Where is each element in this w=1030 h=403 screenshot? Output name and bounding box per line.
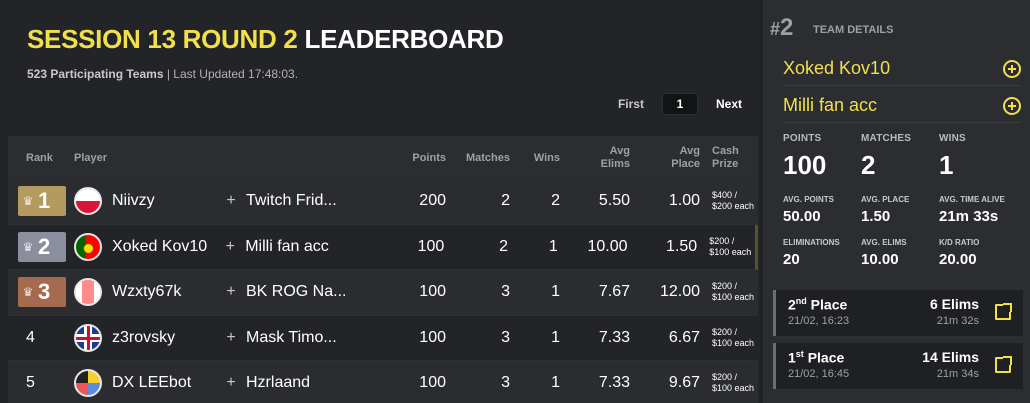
france-flag-icon xyxy=(74,278,102,307)
cash-prize: $200 / $100 each xyxy=(712,372,755,394)
multi-flag-icon xyxy=(74,369,102,398)
col-points: Points xyxy=(412,151,446,164)
match-elims: 6 Elims xyxy=(929,296,979,312)
rank-badge-bronze: ♛ 3 xyxy=(18,277,66,308)
stat-wins: WINS 1 xyxy=(939,133,966,180)
stat-kd-ratio: K/D RATIO 20.00 xyxy=(939,238,980,268)
crown-icon: ♛ xyxy=(22,239,34,254)
page-number-input[interactable]: 1 xyxy=(661,93,698,115)
col-rank: Rank xyxy=(26,151,53,164)
table-header: Rank Player Points Matches Wins Avg Elim… xyxy=(8,136,758,179)
member-name[interactable]: Milli fan acc xyxy=(783,95,877,116)
match-elims: 14 Elims xyxy=(922,349,979,365)
player-name[interactable]: Niivzy xyxy=(112,192,155,210)
player-name[interactable]: Xoked Kov10 xyxy=(112,238,207,256)
player-name[interactable]: Wzxty67k xyxy=(112,283,181,301)
teammate-name[interactable]: BK ROG Na... xyxy=(246,283,346,301)
teammate-name[interactable]: Milli fan acc xyxy=(245,238,345,256)
page-title: SESSION 13 ROUND 2 LEADERBOARD xyxy=(27,24,504,55)
uk-flag-icon xyxy=(74,323,102,352)
teammate-name[interactable]: Mask Timo... xyxy=(246,329,346,347)
next-page-link[interactable]: Next xyxy=(716,97,742,111)
cash-prize: $400 / $200 each xyxy=(712,190,755,212)
cash-prize: $200 / $100 each xyxy=(709,235,752,257)
stat-eliminations: ELIMINATIONS 20 xyxy=(783,238,840,268)
pagination: First 1 Next xyxy=(618,93,742,115)
leaderboard-panel: SESSION 13 ROUND 2 LEADERBOARD 523 Parti… xyxy=(0,0,760,403)
title-highlight: SESSION 13 ROUND 2 xyxy=(27,24,298,54)
col-wins: Wins xyxy=(533,151,560,164)
rank-number: 5 xyxy=(26,374,35,392)
external-link-icon[interactable] xyxy=(995,303,1012,320)
external-link-icon[interactable] xyxy=(995,356,1012,373)
cash-prize: $200 / $100 each xyxy=(712,326,755,348)
member-name[interactable]: Xoked Kov10 xyxy=(783,58,890,79)
plus-icon: + xyxy=(226,328,236,346)
plus-icon: + xyxy=(226,374,236,392)
col-avg-elims: Avg Elims xyxy=(600,144,630,170)
last-updated: | Last Updated 17:48:03. xyxy=(166,67,299,81)
teammate-name[interactable]: Hzrlaand xyxy=(246,374,346,392)
teammate-name[interactable]: Twitch Frid... xyxy=(246,192,346,210)
plus-icon: + xyxy=(226,192,236,210)
plus-icon: + xyxy=(225,237,235,255)
title-rest: LEADERBOARD xyxy=(304,24,504,54)
add-circle-icon[interactable] xyxy=(1003,59,1021,78)
table-row[interactable]: ♛ 1 Niivzy + Twitch Frid... 200 2 2 5.50… xyxy=(8,179,758,225)
table-row[interactable]: 4 z3rovsky + Mask Timo... 100 3 1 7.33 6… xyxy=(8,315,758,361)
leaderboard-table: Rank Player Points Matches Wins Avg Elim… xyxy=(8,136,758,403)
stat-avg-points: AVG. POINTS 50.00 xyxy=(783,195,834,225)
match-card[interactable]: 2nd Place 21/02, 16:23 6 Elims 21m 32s xyxy=(773,290,1023,336)
match-time-alive: 21m 32s xyxy=(936,315,979,327)
team-rank: #2 xyxy=(770,14,794,41)
plus-icon: + xyxy=(226,283,236,301)
col-matches: Matches xyxy=(465,151,510,164)
teams-count: 523 Participating Teams xyxy=(27,67,164,81)
add-circle-icon[interactable] xyxy=(1003,96,1021,115)
match-card[interactable]: 1st Place 21/02, 16:45 14 Elims 21m 34s xyxy=(773,343,1023,389)
stat-points: POINTS 100 xyxy=(783,133,827,180)
stat-matches: MATCHES 2 xyxy=(861,133,912,180)
team-member-row: Xoked Kov10 xyxy=(783,52,1021,86)
col-cash-prize: Cash Prize xyxy=(712,144,739,170)
poland-flag-icon xyxy=(74,187,102,216)
cash-prize: $200 / $100 each xyxy=(712,281,755,303)
match-placement: 1st Place xyxy=(788,349,845,366)
table-row[interactable]: ♛ 3 Wzxty67k + BK ROG Na... 100 3 1 7.67… xyxy=(8,270,758,316)
portugal-flag-icon xyxy=(74,232,102,261)
rank-number: 4 xyxy=(26,328,35,346)
stat-avg-place: AVG. PLACE 1.50 xyxy=(861,195,910,225)
rank-badge-gold: ♛ 1 xyxy=(18,186,66,217)
rank-badge-silver: ♛ 2 xyxy=(18,231,66,262)
player-name[interactable]: DX LEEbot xyxy=(112,374,191,392)
crown-icon: ♛ xyxy=(22,194,34,209)
col-player: Player xyxy=(74,151,108,164)
team-details-label: TEAM DETAILS xyxy=(813,24,894,36)
table-row[interactable]: ♛ 2 Xoked Kov10 + Milli fan acc 100 2 1 … xyxy=(8,224,758,270)
leaderboard-meta: 523 Participating Teams | Last Updated 1… xyxy=(27,67,298,81)
table-row[interactable]: 5 DX LEEbot + Hzrlaand 100 3 1 7.33 9.67… xyxy=(8,361,758,403)
first-page-link[interactable]: First xyxy=(618,97,644,111)
stat-avg-elims: AVG. ELIMS 10.00 xyxy=(861,238,907,268)
match-date: 21/02, 16:45 xyxy=(788,368,850,380)
match-placement: 2nd Place xyxy=(788,296,848,313)
crown-icon: ♛ xyxy=(22,285,34,300)
player-name[interactable]: z3rovsky xyxy=(112,329,175,347)
stat-avg-time-alive: AVG. TIME ALIVE 21m 33s xyxy=(939,195,1005,225)
team-member-row: Milli fan acc xyxy=(783,89,1021,123)
col-avg-place: Avg Place xyxy=(671,144,700,170)
match-time-alive: 21m 34s xyxy=(936,368,979,380)
team-details-panel: #2 TEAM DETAILS Xoked Kov10 Milli fan ac… xyxy=(763,0,1030,403)
match-date: 21/02, 16:23 xyxy=(788,315,850,327)
